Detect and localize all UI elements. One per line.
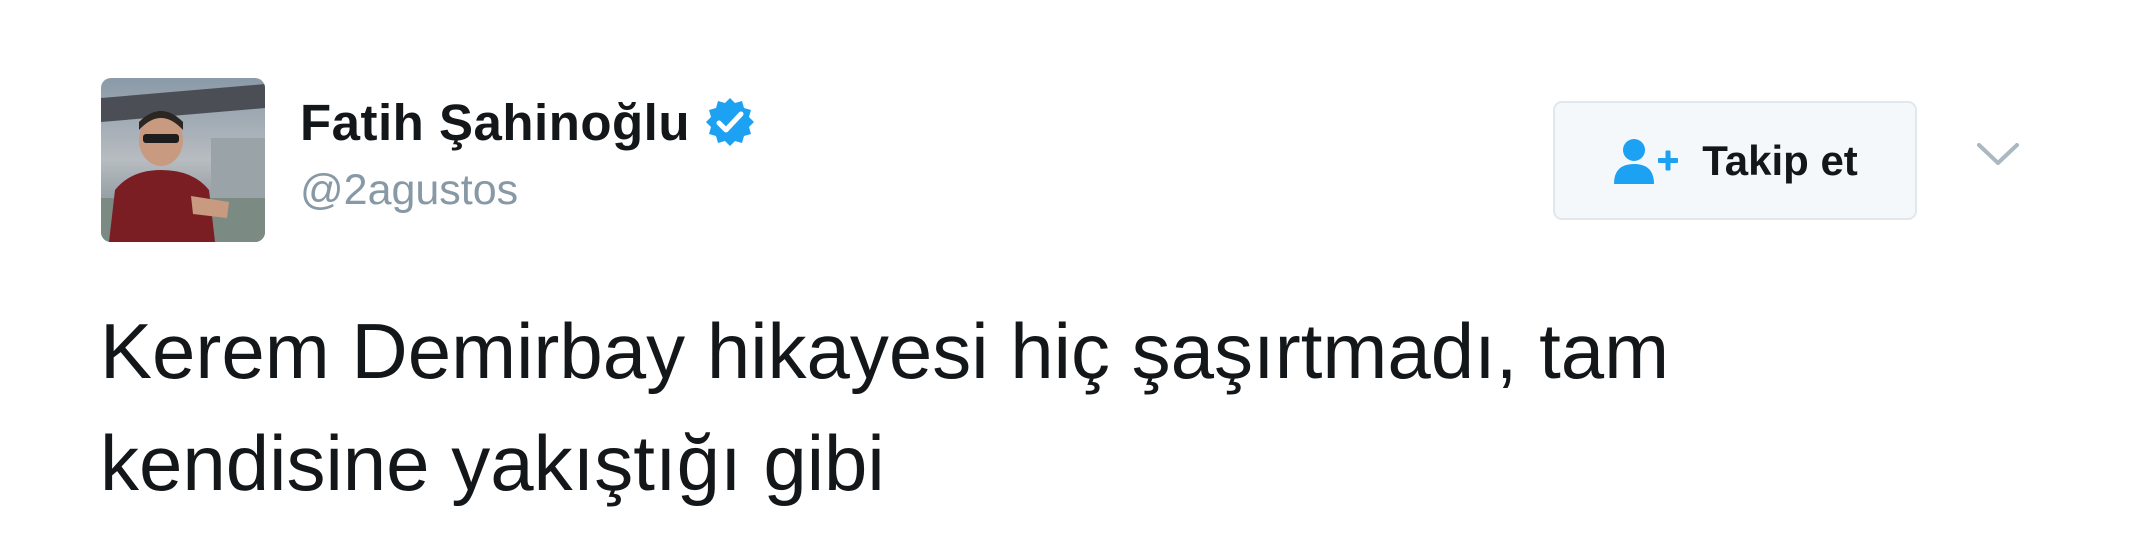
chevron-down-icon[interactable] xyxy=(1975,137,2021,171)
author-name-row: Fatih Şahinoğlu xyxy=(300,92,756,152)
avatar[interactable] xyxy=(101,78,265,242)
tweet-text: Kerem Demirbay hikayesi hiç şaşırtmadı, … xyxy=(100,295,2080,519)
follow-button[interactable]: Takip et xyxy=(1553,101,1917,220)
tweet-text-line: kendisine yakıştığı gibi xyxy=(100,419,885,507)
avatar-image xyxy=(101,78,265,242)
tweet-text-line: Kerem Demirbay hikayesi hiç şaşırtmadı, … xyxy=(100,307,1670,395)
author-name[interactable]: Fatih Şahinoğlu xyxy=(300,93,690,152)
tweet-card: Fatih Şahinoğlu @2agustos Takip et Kerem… xyxy=(0,0,2141,555)
follow-button-label: Takip et xyxy=(1702,136,1858,184)
add-user-icon xyxy=(1612,136,1680,186)
verified-badge-icon xyxy=(704,96,756,148)
author-handle[interactable]: @2agustos xyxy=(300,166,518,215)
